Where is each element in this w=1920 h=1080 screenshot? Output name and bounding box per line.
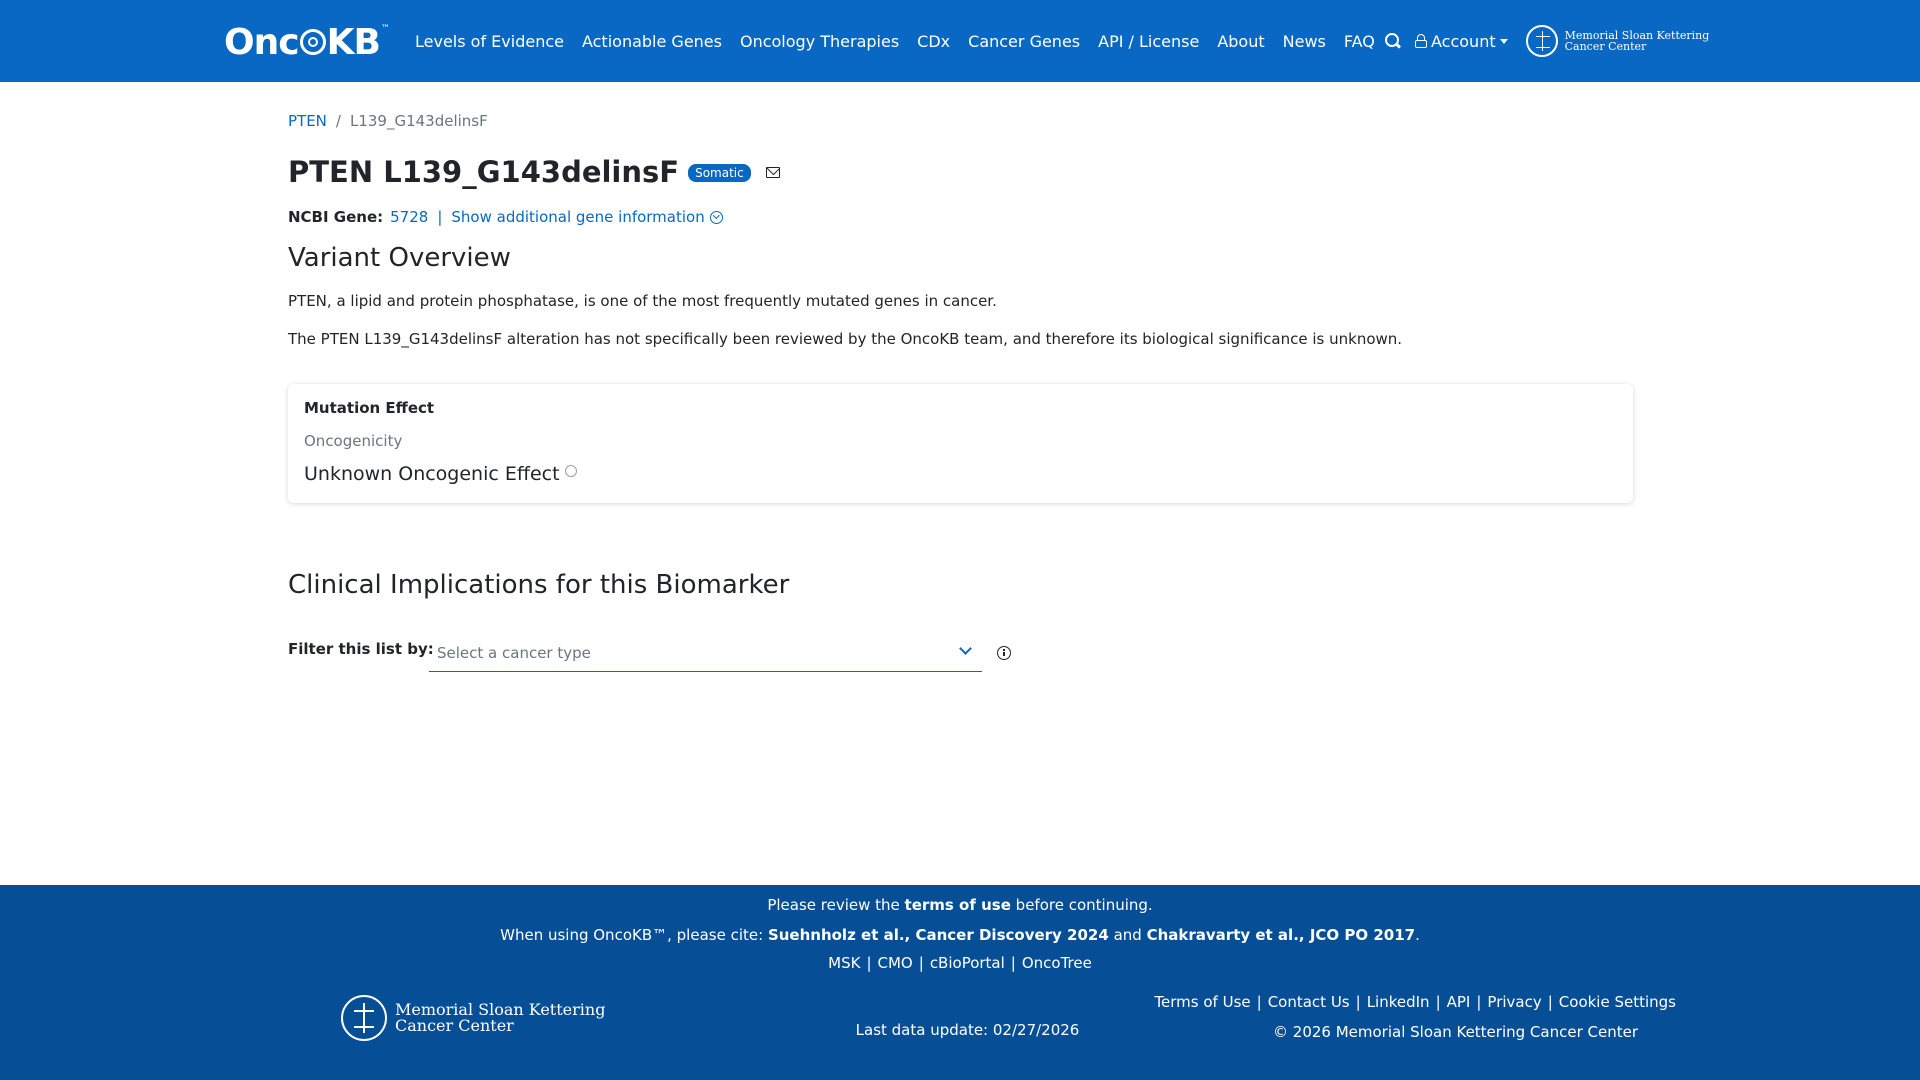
footer-link-linkedin[interactable]: LinkedIn <box>1367 993 1430 1011</box>
nav-right: Account Memorial Sloan Kettering Cancer … <box>1385 0 1709 82</box>
nav-link-cancer-genes[interactable]: Cancer Genes <box>968 32 1080 51</box>
filter-label: Filter this list by: <box>288 640 434 658</box>
footer-terms-notice: Please review the terms of use before co… <box>0 896 1920 914</box>
terms-of-use-link[interactable]: terms of use <box>905 896 1011 914</box>
caret-down-icon <box>1499 38 1508 44</box>
gene-info-row: NCBI Gene: 5728 | Show additional gene i… <box>288 208 723 226</box>
nav-link-faq[interactable]: FAQ <box>1344 32 1375 51</box>
nav-link-cdx[interactable]: CDx <box>917 32 950 51</box>
nav-link-levels-of-evidence[interactable]: Levels of Evidence <box>415 32 564 51</box>
clinical-implications-heading: Clinical Implications for this Biomarker <box>288 570 790 600</box>
oncogenicity-value: Unknown Oncogenic Effect <box>304 463 560 485</box>
user-lock-icon <box>1415 34 1427 48</box>
footer-link-oncotree[interactable]: OncoTree <box>1022 954 1092 972</box>
chevron-down-icon <box>959 642 972 655</box>
nav-link-api-license[interactable]: API / License <box>1098 32 1199 51</box>
ncbi-gene-link[interactable]: 5728 <box>390 208 428 226</box>
breadcrumb-separator: / <box>335 112 341 130</box>
citation-end: . <box>1415 926 1420 944</box>
info-icon[interactable] <box>997 646 1011 660</box>
citation-link-suehnholz[interactable]: Suehnholz et al., Cancer Discovery 2024 <box>768 926 1109 944</box>
nav-link-actionable-genes[interactable]: Actionable Genes <box>582 32 722 51</box>
top-navbar: Onc KB ™ Levels of Evidence Actionable Gen… <box>0 0 1920 82</box>
somatic-badge: Somatic <box>688 164 751 182</box>
citation-link-chakravarty[interactable]: Chakravarty et al., JCO PO 2017 <box>1147 926 1416 944</box>
oncogenicity-label: Oncogenicity <box>304 432 403 450</box>
cancer-type-select[interactable]: Select a cancer type <box>429 634 982 672</box>
gene-description: PTEN, a lipid and protein phosphatase, i… <box>288 292 997 310</box>
target-icon <box>299 29 326 55</box>
footer-citation: When using OncoKB™, please cite: Suehnho… <box>0 926 1920 944</box>
footer-link-cmo[interactable]: CMO <box>878 954 913 972</box>
search-icon[interactable] <box>1385 33 1401 49</box>
mutation-effect-card: Mutation Effect Oncogenicity Unknown Onc… <box>288 384 1633 503</box>
msk-emblem-icon <box>1525 25 1558 57</box>
gene-info-divider: | <box>437 208 443 226</box>
footer-link-privacy[interactable]: Privacy <box>1487 993 1541 1011</box>
footer-link-terms[interactable]: Terms of Use <box>1154 993 1250 1011</box>
msk-logo-line2: Cancer Center <box>1564 40 1647 53</box>
account-label: Account <box>1431 31 1496 51</box>
copyright: © 2026 Memorial Sloan Kettering Cancer C… <box>1273 1023 1638 1041</box>
footer-legal: Terms of Use | Contact Us | LinkedIn | API | Pri… <box>1148 993 1676 1041</box>
citation-pre: When using OncoKB™, please cite: <box>500 926 764 944</box>
variant-summary: The PTEN L139_G143delinsF alteration has… <box>288 330 1403 348</box>
title-row: PTEN L139_G143delinsF Somatic <box>288 155 780 189</box>
footer-legal-links: Terms of Use | Contact Us | LinkedIn | API | Pri… <box>1154 993 1676 1011</box>
ncbi-gene-label: NCBI Gene: <box>288 208 384 226</box>
footer: Please review the terms of use before co… <box>0 885 1920 1080</box>
citation-and: and <box>1113 926 1142 944</box>
show-gene-info-link[interactable]: Show additional gene information <box>451 208 723 226</box>
msk-logo[interactable]: Memorial Sloan Kettering Cancer Center <box>1525 25 1709 57</box>
breadcrumb-gene[interactable]: PTEN <box>288 112 327 130</box>
nav-link-news[interactable]: News <box>1283 32 1326 51</box>
nav-link-about[interactable]: About <box>1217 32 1264 51</box>
footer-partner-links: MSK | CMO | cBioPortal | OncoTree <box>828 954 1092 972</box>
variant-overview-heading: Variant Overview <box>288 243 511 273</box>
terms-notice-pre: Please review the <box>767 896 900 914</box>
oncokb-logo[interactable]: Onc KB ™ <box>224 22 390 63</box>
terms-notice-post: before continuing. <box>1015 896 1153 914</box>
envelope-icon[interactable] <box>765 166 780 178</box>
breadcrumb-variant: L139_G143delinsF <box>349 112 488 130</box>
cancer-type-placeholder: Select a cancer type <box>437 644 591 662</box>
footer-link-cbioportal[interactable]: cBioPortal <box>930 954 1005 972</box>
breadcrumb: PTEN / L139_G143delinsF <box>288 112 488 130</box>
oncogenicity-value-row: Unknown Oncogenic Effect <box>304 463 577 485</box>
footer-link-contact[interactable]: Contact Us <box>1268 993 1350 1011</box>
unknown-oncogenic-icon <box>564 465 577 477</box>
page-title: PTEN L139_G143delinsF <box>288 155 680 189</box>
footer-link-msk[interactable]: MSK <box>828 954 860 972</box>
account-dropdown[interactable]: Account <box>1415 32 1508 51</box>
nav-link-oncology-therapies[interactable]: Oncology Therapies <box>740 32 899 51</box>
chevron-circle-down-icon <box>709 211 723 224</box>
nav-links: Levels of Evidence Actionable Genes Onco… <box>415 0 1393 82</box>
footer-link-api[interactable]: API <box>1447 993 1471 1011</box>
show-gene-info-label: Show additional gene information <box>451 208 705 226</box>
mutation-effect-title: Mutation Effect <box>304 399 435 417</box>
footer-link-cookie-settings[interactable]: Cookie Settings <box>1559 993 1676 1011</box>
